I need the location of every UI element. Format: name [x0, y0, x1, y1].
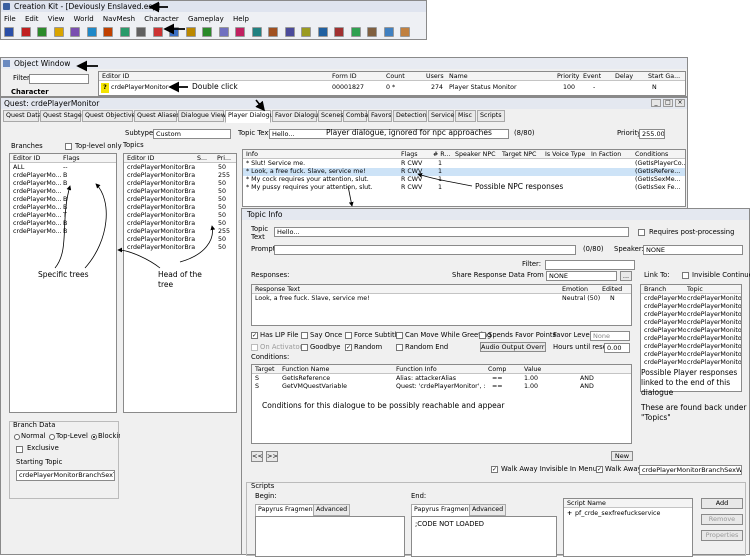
- annotation-specific-trees: Specific trees: [38, 270, 89, 279]
- annotation-head-of-tree-2: tree: [158, 280, 174, 289]
- arrow-head-of-tree-1: [117, 247, 161, 269]
- annotation-possible-npc: Possible NPC responses: [475, 182, 564, 191]
- annotation-head-of-tree-1: Head of the: [158, 270, 202, 279]
- annotation-arrows: [54, 1, 473, 269]
- arrow-to-player-dialogue-tab: [255, 99, 265, 112]
- annotation-player-responses-2: linked to the end of this: [641, 378, 731, 387]
- arrow-possible-npc: [417, 172, 473, 187]
- annotation-player-responses-3: dialogue: [641, 388, 674, 397]
- annotation-conditions: Conditions for this dialogue to be possi…: [262, 401, 505, 410]
- annotation-player-dialogue: Player dialogue, ignored for npc approac…: [326, 128, 492, 137]
- arrow-specific-trees-1: [54, 185, 72, 269]
- annotation-found-back-1: These are found back under: [641, 403, 747, 412]
- annotation-double-click: Double click: [192, 82, 238, 91]
- arrow-head-of-tree-2: [179, 225, 216, 263]
- arrow-response-to-topic-info: [347, 185, 354, 207]
- annotation-player-responses-1: Possible Player responses: [641, 368, 738, 377]
- arrow-specific-trees-2: [84, 183, 107, 269]
- annotation-found-back-2: "Topics": [641, 413, 671, 422]
